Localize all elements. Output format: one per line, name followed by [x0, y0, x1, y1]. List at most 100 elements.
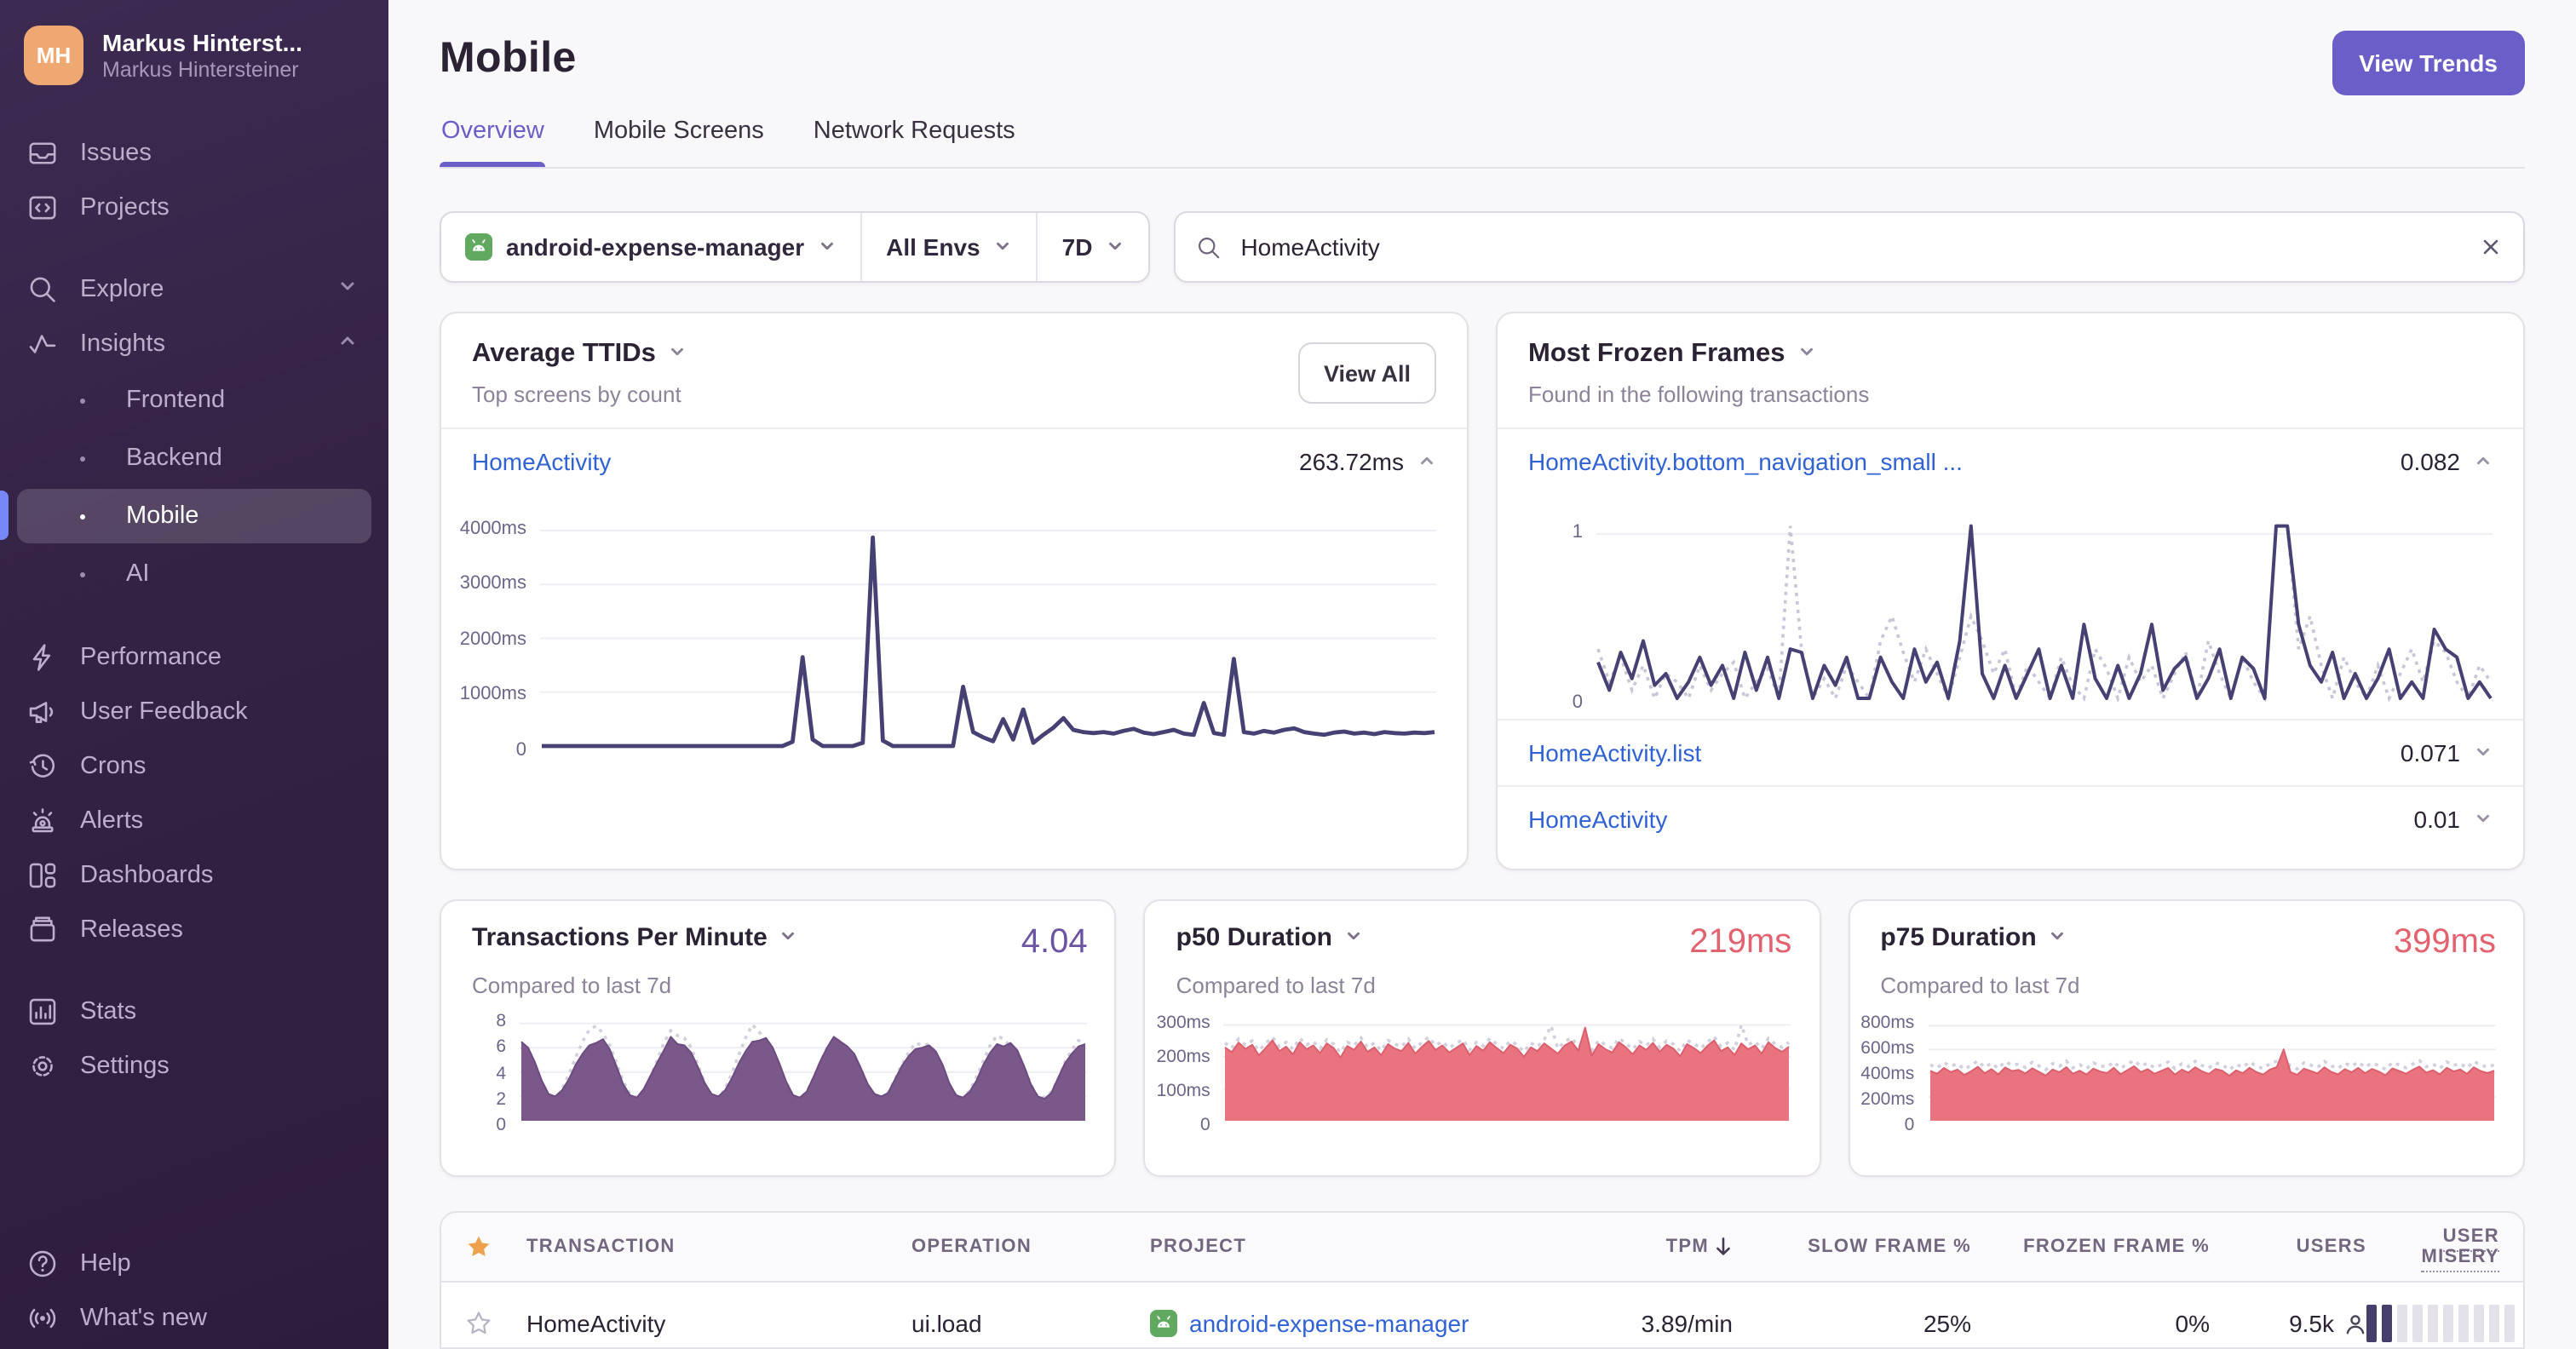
sidebar-item-backend[interactable]: Backend — [17, 431, 371, 485]
slow-frame-cell: 25% — [1923, 1310, 1971, 1337]
collapse-icon[interactable] — [1417, 448, 1436, 475]
col-project[interactable]: PROJECT — [1150, 1237, 1559, 1257]
chevron-down-icon — [994, 233, 1013, 261]
project-filter[interactable]: android-expense-manager — [441, 213, 860, 281]
chevron-down-icon — [1106, 233, 1124, 261]
ttid-y-axis: 0 1000ms 2000ms 3000ms 4000ms — [459, 518, 526, 761]
search-box — [1174, 211, 2525, 283]
sidebar-item-performance[interactable]: Performance — [0, 630, 388, 685]
view-trends-button[interactable]: View Trends — [2332, 31, 2525, 95]
sidebar-item-stats[interactable]: Stats — [0, 984, 388, 1039]
p50-title-dropdown[interactable]: p50 Duration — [1176, 923, 1363, 952]
p75-y-axis: 0 200ms 400ms 600ms 800ms — [1860, 1013, 1915, 1136]
frozen-frames-card: Most Frozen Frames Found in the followin… — [1496, 312, 2525, 870]
sidebar-item-insights[interactable]: Insights — [0, 317, 388, 371]
tpm-subtitle: Compared to last 7d — [472, 973, 672, 998]
sidebar-item-ai[interactable]: AI — [17, 547, 371, 601]
sidebar-item-user-feedback[interactable]: User Feedback — [0, 685, 388, 739]
frozen-frame-cell: 0% — [2175, 1310, 2210, 1337]
chevron-down-icon — [337, 276, 358, 303]
sidebar-item-frontend[interactable]: Frontend — [17, 373, 371, 428]
megaphone-icon — [29, 702, 54, 723]
expand-icon[interactable] — [2474, 739, 2493, 766]
sidebar-item-alerts[interactable]: Alerts — [0, 794, 388, 848]
transactions-table: TRANSACTION OPERATION PROJECT TPM SLOW F… — [440, 1211, 2525, 1349]
col-transaction[interactable]: TRANSACTION — [526, 1237, 911, 1257]
sidebar-nav: Issues Projects Explore Insights Fronten… — [0, 102, 388, 1349]
sidebar-item-releases[interactable]: Releases — [0, 903, 388, 957]
insights-icon — [29, 335, 56, 353]
expand-icon[interactable] — [2474, 806, 2493, 833]
frozen-transaction-link[interactable]: HomeActivity — [1528, 806, 1667, 833]
bullet-icon — [80, 398, 85, 403]
sidebar-item-help[interactable]: Help — [0, 1237, 388, 1291]
sidebar-item-issues[interactable]: Issues — [0, 126, 388, 181]
sidebar-item-crons[interactable]: Crons — [0, 739, 388, 794]
org-name: Markus Hintersteiner — [102, 58, 299, 82]
page-title: Mobile — [440, 34, 577, 82]
ttid-transaction-link[interactable]: HomeActivity — [472, 448, 611, 475]
filter-bar: android-expense-manager All Envs 7D — [440, 211, 2525, 283]
frozen-frames-subtitle: Found in the following transactions — [1528, 382, 1870, 407]
frozen-value: 0.01 — [2413, 806, 2461, 833]
sidebar-item-projects[interactable]: Projects — [0, 181, 388, 235]
star-icon[interactable] — [465, 1310, 526, 1337]
p75-title-dropdown[interactable]: p75 Duration — [1880, 923, 2067, 952]
tpm-cell: 3.89/min — [1641, 1310, 1733, 1337]
active-indicator — [0, 491, 9, 540]
user-name: Markus Hinterst... — [102, 29, 302, 56]
frozen-chart — [1596, 511, 2493, 704]
date-range-filter[interactable]: 7D — [1036, 213, 1149, 281]
avg-ttids-card: Average TTIDs Top screens by count View … — [440, 312, 1469, 870]
sort-desc-icon — [1716, 1237, 1730, 1255]
project-link[interactable]: android-expense-manager — [1189, 1310, 1469, 1337]
environment-filter[interactable]: All Envs — [860, 213, 1037, 281]
starred-header-star-icon[interactable] — [465, 1233, 526, 1260]
chevron-down-icon — [1797, 339, 1815, 370]
sidebar-item-explore[interactable]: Explore — [0, 262, 388, 317]
lightning-icon — [32, 644, 51, 671]
sidebar-item-dashboards[interactable]: Dashboards — [0, 848, 388, 903]
page-filters: android-expense-manager All Envs 7D — [440, 211, 1151, 283]
col-frozen-frame[interactable]: FROZEN FRAME % — [2023, 1237, 2210, 1257]
clear-search-icon[interactable] — [2479, 235, 2503, 259]
collapse-icon[interactable] — [2474, 448, 2493, 475]
chevron-down-icon — [2049, 923, 2067, 952]
tab-bar: Overview Mobile Screens Network Requests — [440, 107, 2525, 169]
sidebar-item-whats-new[interactable]: What's new — [0, 1291, 388, 1346]
sidebar-item-mobile[interactable]: Mobile — [0, 489, 371, 543]
avg-ttids-title-dropdown[interactable]: Average TTIDs — [472, 339, 687, 370]
frozen-transaction-link[interactable]: HomeActivity.list — [1528, 739, 1701, 766]
tpm-value: 4.04 — [1021, 923, 1088, 961]
tpm-chart — [520, 1015, 1088, 1124]
stats-icon — [29, 998, 56, 1025]
chevron-up-icon — [337, 330, 358, 358]
tab-network-requests[interactable]: Network Requests — [812, 107, 1017, 167]
bullet-icon — [80, 514, 85, 519]
issues-icon — [29, 142, 56, 164]
tpm-y-axis: 02468 — [496, 1011, 506, 1136]
view-all-button[interactable]: View All — [1297, 342, 1436, 404]
col-users[interactable]: USERS — [2297, 1237, 2366, 1257]
avatar: MH — [24, 26, 83, 85]
frozen-transaction-link[interactable]: HomeActivity.bottom_navigation_small ... — [1528, 448, 1963, 475]
transaction-link[interactable]: HomeActivity — [526, 1310, 911, 1337]
sidebar: MH Markus Hinterst... Markus Hinterstein… — [0, 0, 388, 1349]
sidebar-item-settings[interactable]: Settings — [0, 1039, 388, 1094]
tab-mobile-screens[interactable]: Mobile Screens — [592, 107, 766, 167]
chevron-down-icon — [818, 233, 837, 261]
col-operation[interactable]: OPERATION — [911, 1237, 1150, 1257]
frozen-frames-title-dropdown[interactable]: Most Frozen Frames — [1528, 339, 1869, 370]
help-icon — [29, 1250, 56, 1277]
tpm-title-dropdown[interactable]: Transactions Per Minute — [472, 923, 798, 952]
p50-subtitle: Compared to last 7d — [1176, 973, 1376, 998]
search-input[interactable] — [1237, 232, 2464, 262]
tab-overview[interactable]: Overview — [440, 107, 547, 167]
col-tpm[interactable]: TPM — [1666, 1237, 1733, 1257]
org-switcher[interactable]: MH Markus Hinterst... Markus Hinterstein… — [0, 0, 388, 102]
col-user-misery[interactable]: USER MISERY — [2366, 1226, 2499, 1272]
col-slow-frame[interactable]: SLOW FRAME % — [1808, 1237, 1971, 1257]
p50-y-axis: 0 100ms 200ms 300ms — [1156, 1013, 1210, 1136]
users-cell: 9.5k — [2289, 1310, 2334, 1337]
sidebar-footer: Help What's new — [0, 1237, 388, 1349]
